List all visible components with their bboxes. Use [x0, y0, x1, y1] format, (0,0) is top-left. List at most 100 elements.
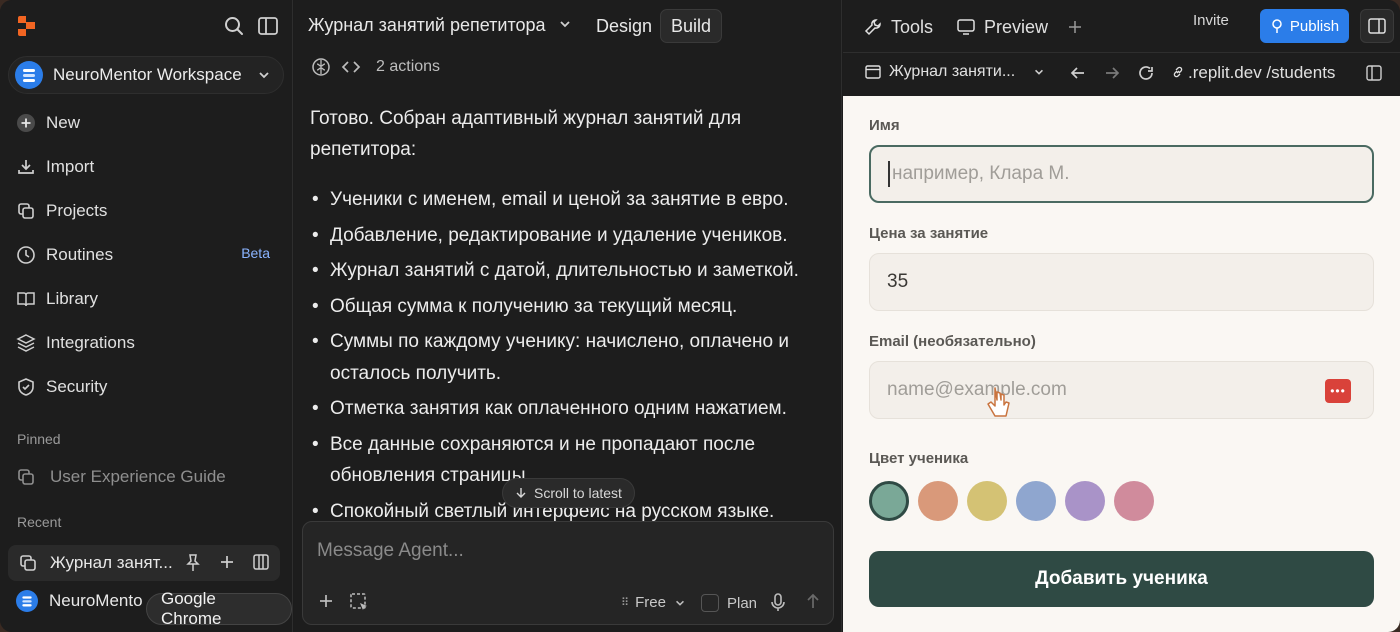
list-item: Суммы по каждому ученику: начислено, опл… [310, 326, 830, 389]
plus-icon[interactable] [317, 592, 335, 615]
price-input[interactable]: 35 [869, 253, 1374, 311]
beta-badge: Beta [241, 245, 270, 261]
reload-icon[interactable] [1137, 64, 1155, 87]
preview-tab[interactable]: Preview [956, 12, 1048, 42]
projects-icon [16, 201, 36, 221]
actions-count: 2 actions [376, 58, 441, 75]
select-area-icon[interactable] [349, 592, 369, 617]
publish-button[interactable]: Publish [1260, 9, 1349, 43]
plus-icon[interactable] [218, 553, 236, 576]
devtools-icon[interactable] [1365, 64, 1383, 87]
name-label: Имя [869, 117, 900, 134]
shield-icon [16, 377, 36, 397]
color-swatch-orange[interactable] [918, 481, 958, 521]
mouse-pointer-icon [986, 386, 1012, 425]
workspace-avatar [16, 590, 38, 612]
back-arrow-icon[interactable] [1069, 64, 1087, 87]
app-preview: Имя например, Клара М. Цена за занятие 3… [843, 96, 1400, 632]
page-select[interactable]: Журнал заняти... [865, 63, 1045, 81]
nav-import-label: Import [46, 157, 95, 176]
color-swatch-purple[interactable] [1065, 481, 1105, 521]
grip-icon: ⠿ [621, 597, 630, 609]
sidebar-toggle-icon[interactable] [256, 14, 280, 38]
text-caret [888, 161, 890, 187]
name-placeholder: например, Клара М. [892, 163, 1070, 184]
recent-item[interactable]: Журнал занят... [8, 545, 280, 581]
recent-item-2[interactable]: NeuroMento [16, 590, 143, 612]
plan-checkbox[interactable] [701, 594, 719, 612]
color-swatch-green[interactable] [869, 481, 909, 521]
project-title[interactable]: Журнал занятий репетитора [308, 15, 572, 36]
new-tab-plus-icon[interactable] [1067, 12, 1083, 42]
preview-toolbar: Tools Preview Invite Publish Журнал заня… [843, 0, 1400, 96]
publish-icon [1270, 18, 1284, 34]
chevron-down-icon [257, 68, 271, 85]
nav-import[interactable]: Import [16, 153, 284, 181]
email-input[interactable]: name@example.com ••• [869, 361, 1374, 419]
list-item: Отметка занятия как оплаченного одним на… [310, 393, 830, 425]
scroll-to-latest-button[interactable]: Scroll to latest [502, 478, 635, 508]
color-swatch-pink[interactable] [1114, 481, 1154, 521]
model-select-label: Free [635, 594, 666, 611]
name-input[interactable]: например, Клара М. [869, 145, 1374, 203]
sidebar: NeuroMentor Workspace New Import Project… [0, 0, 293, 632]
email-label: Email (необязательно) [869, 333, 1036, 350]
nav-projects-label: Projects [46, 201, 108, 220]
message-input[interactable]: Message Agent... [317, 540, 464, 562]
nav-projects[interactable]: Projects [16, 197, 284, 225]
url-bar: Журнал заняти... .replit.dev /students [843, 52, 1400, 96]
tab-design[interactable]: Design [586, 9, 662, 43]
tooltip: Google Chrome [146, 589, 292, 628]
chevron-down-icon [1033, 66, 1045, 78]
tab-build[interactable]: Build [660, 9, 723, 43]
import-icon [16, 157, 36, 177]
nav-new[interactable]: New [16, 109, 284, 137]
publish-label: Publish [1289, 17, 1340, 35]
pin-icon[interactable] [184, 553, 202, 578]
workspace-switcher[interactable]: NeuroMentor Workspace [8, 56, 284, 94]
project-title-label: Журнал занятий репетитора [308, 15, 546, 35]
recent-item-label: Журнал занят... [50, 553, 173, 572]
nav-new-label: New [46, 113, 81, 132]
projects-icon [18, 553, 38, 573]
microphone-icon[interactable] [769, 592, 787, 617]
plan-toggle[interactable]: Plan [701, 594, 757, 612]
agent-chat-panel: Журнал занятий репетитора Design Build 2… [294, 0, 842, 632]
monitor-icon [956, 17, 976, 37]
model-select[interactable]: ⠿ Free [621, 594, 686, 611]
add-student-button[interactable]: Добавить ученика [869, 551, 1374, 607]
search-icon[interactable] [222, 14, 246, 38]
list-item: Журнал занятий с датой, длительностью и … [310, 255, 830, 287]
nav-routines-label: Routines [46, 245, 114, 264]
email-placeholder: name@example.com [887, 379, 1067, 400]
color-swatch-yellow[interactable] [967, 481, 1007, 521]
browser-window-icon [865, 64, 881, 80]
plus-circle-icon [16, 113, 36, 133]
columns-icon[interactable] [252, 553, 270, 576]
send-arrow-icon[interactable] [805, 592, 821, 615]
nav-security[interactable]: Security [16, 373, 284, 401]
color-swatch-blue[interactable] [1016, 481, 1056, 521]
panel-toggle-icon[interactable] [1360, 9, 1394, 43]
message-composer: Message Agent... ⠿ Free Plan [302, 521, 834, 625]
layers-icon [16, 333, 36, 353]
list-item: Добавление, редактирование и удаление уч… [310, 220, 830, 252]
chevron-down-icon [558, 17, 572, 34]
url-text[interactable]: .replit.dev /students [1188, 63, 1335, 83]
tools-button[interactable]: Tools [863, 12, 933, 42]
arrow-down-icon [515, 487, 527, 499]
nav-integrations[interactable]: Integrations [16, 329, 284, 357]
plan-label: Plan [727, 594, 758, 612]
forward-arrow-icon[interactable] [1103, 64, 1121, 87]
replit-logo-icon[interactable] [18, 16, 36, 36]
wrench-icon [863, 17, 883, 37]
invite-button[interactable]: Invite [1193, 12, 1229, 29]
password-manager-icon[interactable]: ••• [1325, 379, 1351, 403]
tools-label: Tools [891, 16, 934, 37]
brain-icon [310, 56, 332, 78]
pinned-item[interactable]: User Experience Guide [16, 467, 226, 487]
actions-bar[interactable]: 2 actions [310, 56, 440, 78]
list-item: Общая сумма к получению за текущий месяц… [310, 291, 830, 323]
nav-routines[interactable]: Routines Beta [16, 241, 284, 269]
nav-library[interactable]: Library [16, 285, 284, 313]
